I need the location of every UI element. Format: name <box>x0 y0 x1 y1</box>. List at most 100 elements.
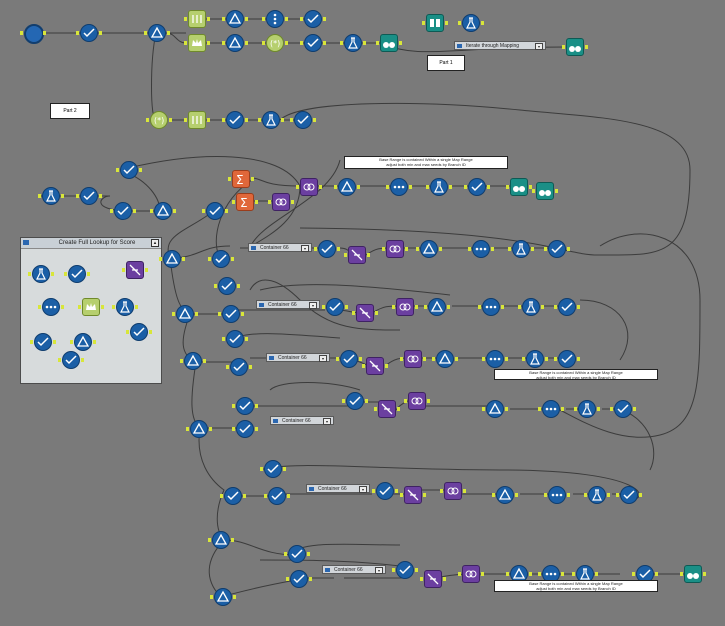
select-tool[interactable] <box>114 202 132 220</box>
output-anchor[interactable] <box>139 168 142 172</box>
join-tool[interactable] <box>300 178 318 196</box>
input-anchor[interactable] <box>382 247 385 251</box>
input-anchor[interactable] <box>518 305 521 309</box>
select-tool[interactable] <box>212 250 230 268</box>
select-tool[interactable] <box>304 10 322 28</box>
output-anchor[interactable] <box>357 185 360 189</box>
input-anchor[interactable] <box>268 200 271 204</box>
select-tool[interactable] <box>614 400 632 418</box>
output-anchor[interactable] <box>51 272 54 276</box>
input-anchor[interactable] <box>78 305 81 309</box>
output-anchor[interactable] <box>195 312 198 316</box>
output-anchor[interactable] <box>515 493 518 497</box>
output-anchor[interactable] <box>93 340 96 344</box>
filter-tool[interactable] <box>148 24 166 42</box>
input-anchor[interactable] <box>296 185 299 189</box>
input-anchor[interactable] <box>416 247 419 251</box>
crown-tool[interactable] <box>82 298 100 316</box>
output-anchor[interactable] <box>225 209 228 213</box>
output-anchor[interactable] <box>561 572 564 576</box>
output-anchor[interactable] <box>655 572 658 576</box>
select-tool[interactable] <box>468 178 486 196</box>
input-anchor[interactable] <box>392 305 395 309</box>
select-tool[interactable] <box>218 277 236 295</box>
output-anchor[interactable] <box>595 572 598 576</box>
input-anchor[interactable] <box>400 357 403 361</box>
filter-tool[interactable] <box>420 240 438 258</box>
select-tool[interactable] <box>346 392 364 410</box>
input-anchor[interactable] <box>70 340 73 344</box>
input-anchor[interactable] <box>112 305 115 309</box>
input-anchor[interactable] <box>300 41 303 45</box>
select-tool[interactable] <box>236 420 254 438</box>
input-anchor[interactable] <box>544 247 547 251</box>
output-anchor[interactable] <box>633 407 636 411</box>
select-tool[interactable] <box>326 298 344 316</box>
regex-tool[interactable]: (*) <box>266 34 284 52</box>
input-anchor[interactable] <box>208 538 211 542</box>
input-anchor[interactable] <box>38 305 41 309</box>
select-tool[interactable] <box>268 487 286 505</box>
output-anchor[interactable] <box>365 399 368 403</box>
select-tool[interactable] <box>130 323 148 341</box>
input-anchor[interactable] <box>334 185 337 189</box>
select-tool[interactable] <box>548 240 566 258</box>
fuzzy-match-tool[interactable] <box>404 486 422 504</box>
output-anchor[interactable] <box>531 247 534 251</box>
filter-tool[interactable] <box>184 352 202 370</box>
input-anchor[interactable] <box>28 272 31 276</box>
browse-tool[interactable] <box>380 34 398 52</box>
input-anchor[interactable] <box>226 365 229 369</box>
text-to-columns-tool[interactable] <box>188 10 206 28</box>
output-anchor[interactable] <box>99 31 102 35</box>
input-anchor[interactable] <box>126 330 129 334</box>
output-anchor[interactable] <box>309 577 312 581</box>
select-tool[interactable] <box>226 111 244 129</box>
collapse-icon[interactable]: ▴ <box>151 239 159 247</box>
input-anchor[interactable] <box>478 305 481 309</box>
output-anchor[interactable] <box>597 407 600 411</box>
input-anchor[interactable] <box>232 200 235 204</box>
join-tool[interactable] <box>462 565 480 583</box>
formula-tool[interactable] <box>116 298 134 316</box>
output-anchor[interactable] <box>145 268 148 272</box>
input-anchor[interactable] <box>506 185 509 189</box>
input-anchor[interactable] <box>260 467 263 471</box>
output-anchor[interactable] <box>323 17 326 21</box>
input-anchor[interactable] <box>146 118 149 122</box>
output-anchor[interactable] <box>281 118 284 122</box>
input-anchor[interactable] <box>584 493 587 497</box>
chevron-down-icon[interactable]: ▾ <box>359 486 367 493</box>
comment-note-3[interactable]: Base Range is contained Within a single … <box>494 580 658 592</box>
input-anchor[interactable] <box>64 272 67 276</box>
input-anchor[interactable] <box>426 185 429 189</box>
output-anchor[interactable] <box>291 200 294 204</box>
output-anchor[interactable] <box>367 253 370 257</box>
input-anchor[interactable] <box>506 572 509 576</box>
input-anchor[interactable] <box>440 489 443 493</box>
input-anchor[interactable] <box>202 209 205 213</box>
input-anchor[interactable] <box>218 312 221 316</box>
output-anchor[interactable] <box>255 200 258 204</box>
record-id-tool[interactable] <box>390 178 408 196</box>
filter-tool[interactable] <box>214 588 232 606</box>
chevron-down-icon[interactable]: ▾ <box>301 245 309 252</box>
fuzzy-match-tool[interactable] <box>366 357 384 375</box>
output-anchor[interactable] <box>345 305 348 309</box>
output-anchor[interactable] <box>337 247 340 251</box>
output-anchor[interactable] <box>501 305 504 309</box>
output-anchor[interactable] <box>43 31 46 35</box>
output-anchor[interactable] <box>561 407 564 411</box>
input-anchor[interactable] <box>159 257 162 261</box>
input-anchor[interactable] <box>616 493 619 497</box>
select-tool[interactable] <box>264 460 282 478</box>
output-anchor[interactable] <box>243 494 246 498</box>
output-anchor[interactable] <box>405 247 408 251</box>
select-tool[interactable] <box>226 330 244 348</box>
input-anchor[interactable] <box>492 493 495 497</box>
formula-tool[interactable] <box>522 298 540 316</box>
input-anchor[interactable] <box>572 572 575 576</box>
chevron-down-icon[interactable]: ▾ <box>319 355 327 362</box>
filter-tool[interactable] <box>176 305 194 323</box>
record-id-tool[interactable] <box>472 240 490 258</box>
